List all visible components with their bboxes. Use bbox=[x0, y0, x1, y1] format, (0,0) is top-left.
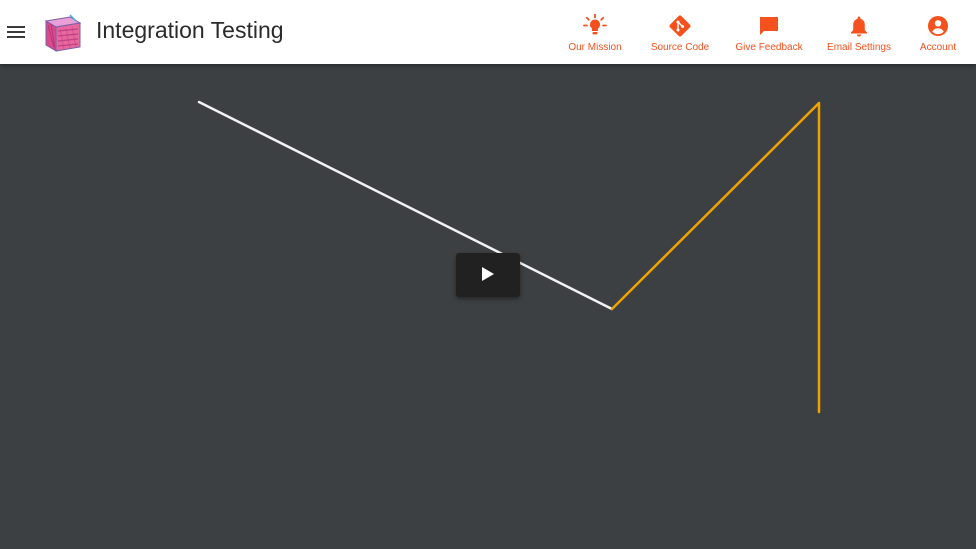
nav-source-code[interactable]: Source Code bbox=[635, 14, 725, 58]
nav-account[interactable]: Account bbox=[893, 14, 976, 58]
drawing-svg bbox=[197, 100, 821, 414]
git-icon bbox=[669, 15, 691, 37]
feedback-icon bbox=[760, 17, 778, 35]
app-title: Integration Testing bbox=[96, 17, 284, 43]
nav-label: Source Code bbox=[650, 42, 710, 53]
nav-email-settings[interactable]: Email Settings bbox=[814, 14, 904, 58]
app-logo bbox=[40, 9, 86, 55]
drawing-canvas[interactable] bbox=[0, 64, 976, 549]
nav-label: Account bbox=[919, 42, 957, 53]
lightbulb-icon bbox=[583, 14, 607, 35]
bell-icon bbox=[851, 16, 867, 37]
nav-our-mission[interactable]: Our Mission bbox=[550, 14, 640, 58]
orange-path bbox=[610, 101, 821, 414]
nav-label: Email Settings bbox=[827, 42, 891, 53]
top-app-bar: Integration Testing Our Mission Source C… bbox=[0, 0, 976, 64]
play-button[interactable] bbox=[456, 253, 520, 297]
nav-label: Our Mission bbox=[568, 42, 622, 53]
hamburger-menu-icon[interactable] bbox=[4, 18, 28, 46]
nav-give-feedback[interactable]: Give Feedback bbox=[724, 14, 814, 58]
white-path-segment bbox=[197, 100, 614, 311]
nav-label: Give Feedback bbox=[735, 42, 803, 53]
play-icon bbox=[482, 267, 494, 281]
account-icon bbox=[928, 16, 948, 36]
